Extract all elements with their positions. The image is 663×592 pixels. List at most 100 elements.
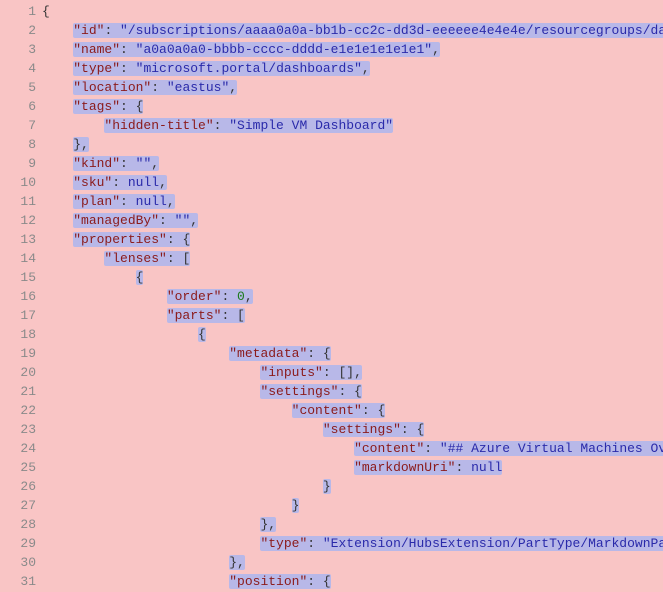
code-line[interactable]: 5 "location": "eastus",: [0, 78, 663, 97]
code-line[interactable]: 1{: [0, 2, 663, 21]
code-content: "parts": [: [42, 306, 245, 325]
token-key: "location": [73, 80, 151, 95]
token-punc: : {: [401, 422, 424, 437]
token-key: "id": [73, 23, 104, 38]
code-line[interactable]: 28 },: [0, 515, 663, 534]
code-line[interactable]: 19 "metadata": {: [0, 344, 663, 363]
diff-highlight: },: [260, 517, 276, 532]
code-content: "type": "microsoft.portal/dashboards",: [42, 59, 370, 78]
token-punc: },: [73, 137, 89, 152]
code-line[interactable]: 27 }: [0, 496, 663, 515]
code-line[interactable]: 17 "parts": [: [0, 306, 663, 325]
token-null: null: [471, 460, 502, 475]
code-content: "inputs": [],: [42, 363, 362, 382]
token-punc: }: [323, 479, 331, 494]
line-number: 18: [0, 325, 42, 344]
code-line[interactable]: 22 "content": {: [0, 401, 663, 420]
token-punc: : {: [307, 346, 330, 361]
code-content: "tags": {: [42, 97, 143, 116]
code-line[interactable]: 24 "content": "## Azure Virtual Machines…: [0, 439, 663, 458]
code-editor[interactable]: 1{2 "id": "/subscriptions/aaaa0a0a-bb1b-…: [0, 0, 663, 591]
code-content: },: [42, 135, 89, 154]
code-line[interactable]: 15 {: [0, 268, 663, 287]
code-line[interactable]: 26 }: [0, 477, 663, 496]
code-content: "type": "Extension/HubsExtension/PartTyp…: [42, 534, 663, 553]
code-line[interactable]: 23 "settings": {: [0, 420, 663, 439]
token-key: "inputs": [260, 365, 322, 380]
token-num: 0: [237, 289, 245, 304]
code-line[interactable]: 8 },: [0, 135, 663, 154]
diff-highlight: "settings": {: [323, 422, 424, 437]
code-line[interactable]: 9 "kind": "",: [0, 154, 663, 173]
line-number: 10: [0, 173, 42, 192]
token-key: "tags": [73, 99, 120, 114]
diff-highlight: "sku": null,: [73, 175, 167, 190]
token-punc: :: [112, 175, 128, 190]
diff-highlight: "id": "/subscriptions/aaaa0a0a-bb1b-cc2c…: [73, 23, 663, 38]
line-number: 21: [0, 382, 42, 401]
token-punc: :: [159, 213, 175, 228]
code-line[interactable]: 20 "inputs": [],: [0, 363, 663, 382]
line-number: 19: [0, 344, 42, 363]
code-line[interactable]: 13 "properties": {: [0, 230, 663, 249]
diff-highlight: "hidden-title": "Simple VM Dashboard": [104, 118, 393, 133]
token-punc: ,: [159, 175, 167, 190]
code-line[interactable]: 16 "order": 0,: [0, 287, 663, 306]
line-number: 12: [0, 211, 42, 230]
code-line[interactable]: 3 "name": "a0a0a0a0-bbbb-cccc-dddd-e1e1e…: [0, 40, 663, 59]
line-number: 22: [0, 401, 42, 420]
code-content: "content": {: [42, 401, 385, 420]
code-line[interactable]: 4 "type": "microsoft.portal/dashboards",: [0, 59, 663, 78]
token-key: "kind": [73, 156, 120, 171]
token-key: "order": [167, 289, 222, 304]
line-number: 8: [0, 135, 42, 154]
code-line[interactable]: 18 {: [0, 325, 663, 344]
line-number: 5: [0, 78, 42, 97]
code-line[interactable]: 31 "position": {: [0, 572, 663, 591]
token-punc: :: [120, 42, 136, 57]
code-line[interactable]: 6 "tags": {: [0, 97, 663, 116]
code-line[interactable]: 25 "markdownUri": null: [0, 458, 663, 477]
token-punc: : {: [362, 403, 385, 418]
line-number: 24: [0, 439, 42, 458]
diff-highlight: }: [292, 498, 300, 513]
token-punc: : {: [167, 232, 190, 247]
token-string: "": [136, 156, 152, 171]
line-number: 31: [0, 572, 42, 591]
token-string: "## Azure Virtual Machines Over: [440, 441, 663, 456]
line-number: 17: [0, 306, 42, 325]
code-line[interactable]: 29 "type": "Extension/HubsExtension/Part…: [0, 534, 663, 553]
token-punc: : [: [167, 251, 190, 266]
line-number: 7: [0, 116, 42, 135]
diff-highlight: "inputs": [],: [260, 365, 361, 380]
code-line[interactable]: 12 "managedBy": "",: [0, 211, 663, 230]
diff-highlight: "lenses": [: [104, 251, 190, 266]
code-content: "position": {: [42, 572, 331, 591]
token-punc: {: [198, 327, 206, 342]
code-line[interactable]: 2 "id": "/subscriptions/aaaa0a0a-bb1b-cc…: [0, 21, 663, 40]
code-line[interactable]: 7 "hidden-title": "Simple VM Dashboard": [0, 116, 663, 135]
diff-highlight: "plan": null,: [73, 194, 174, 209]
code-line[interactable]: 14 "lenses": [: [0, 249, 663, 268]
line-number: 29: [0, 534, 42, 553]
token-string: "microsoft.portal/dashboards": [136, 61, 362, 76]
token-key: "name": [73, 42, 120, 57]
code-content: },: [42, 515, 276, 534]
token-punc: },: [229, 555, 245, 570]
line-number: 2: [0, 21, 42, 40]
token-punc: ,: [190, 213, 198, 228]
token-key: "parts": [167, 308, 222, 323]
code-line[interactable]: 11 "plan": null,: [0, 192, 663, 211]
token-punc: :: [221, 289, 237, 304]
code-line[interactable]: 10 "sku": null,: [0, 173, 663, 192]
token-punc: :: [104, 23, 120, 38]
token-punc: :: [120, 156, 136, 171]
code-content: "metadata": {: [42, 344, 331, 363]
code-line[interactable]: 21 "settings": {: [0, 382, 663, 401]
token-string: "/subscriptions/aaaa0a0a-bb1b-cc2c-dd3d-…: [120, 23, 663, 38]
code-content: "hidden-title": "Simple VM Dashboard": [42, 116, 393, 135]
diff-highlight: }: [323, 479, 331, 494]
code-line[interactable]: 30 },: [0, 553, 663, 572]
code-content: {: [42, 2, 50, 21]
token-punc: : {: [338, 384, 361, 399]
